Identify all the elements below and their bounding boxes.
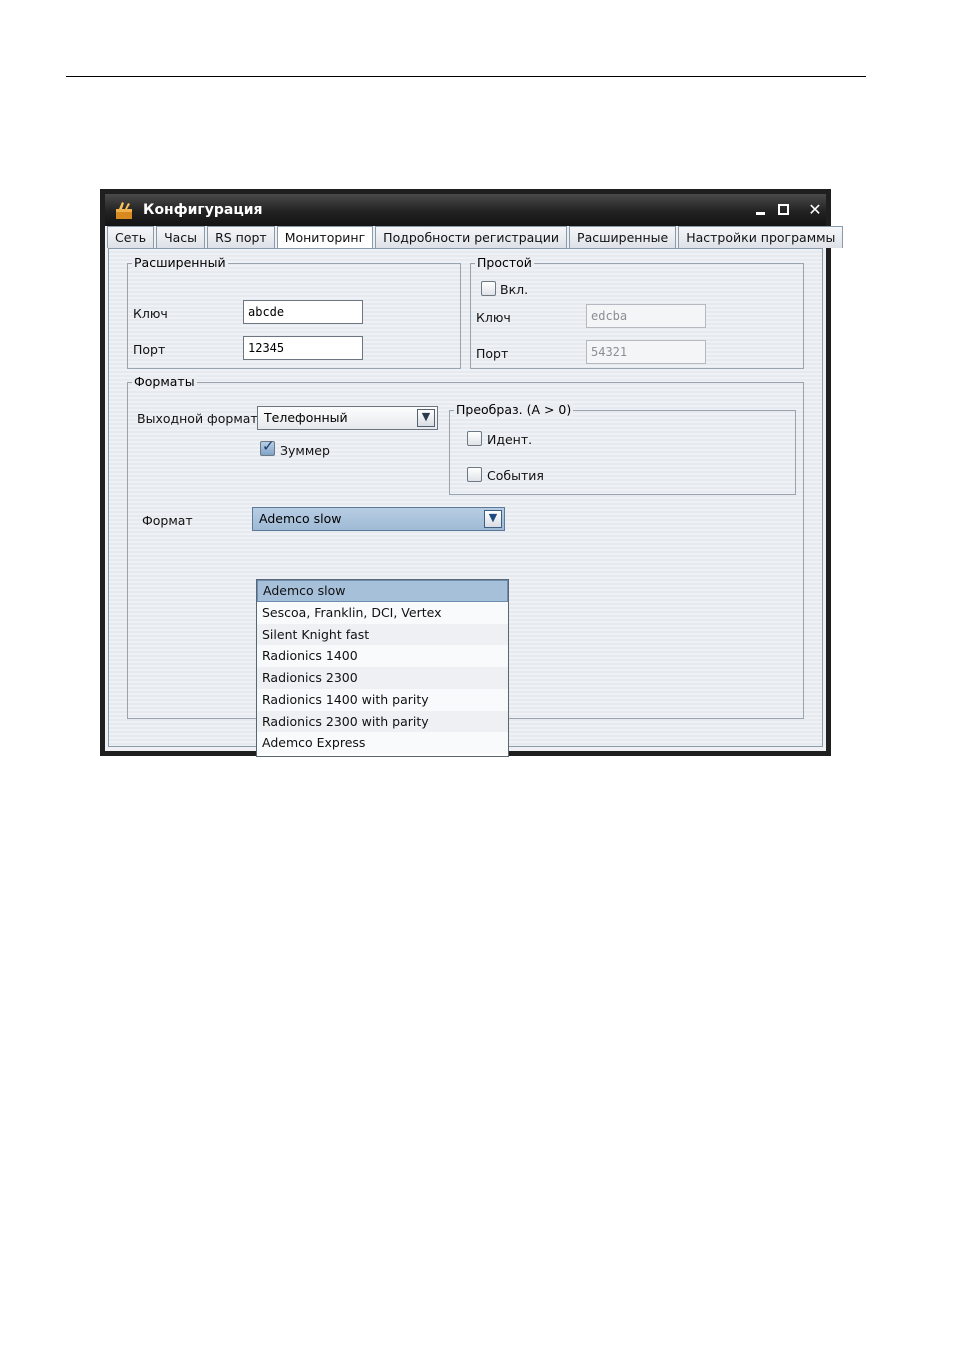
minimize-icon[interactable]: [750, 200, 770, 220]
simple-group: Простой Вкл. Ключ Порт: [470, 256, 804, 369]
maximize-icon[interactable]: [773, 200, 793, 220]
tab-advanced[interactable]: Расширенные: [569, 226, 677, 248]
convert-group: Преобраз. (A > 0) Идент. События: [449, 403, 796, 495]
config-window: Конфигурация ✕ Сеть Часы RS порт Монитор…: [100, 189, 844, 757]
events-label: События: [487, 468, 544, 483]
output-format-value: Телефонный: [264, 410, 348, 425]
extended-port-input[interactable]: [243, 336, 363, 360]
ident-checkbox[interactable]: [467, 431, 482, 446]
tab-rs-port[interactable]: RS порт: [207, 226, 275, 248]
close-icon[interactable]: ✕: [805, 200, 825, 220]
format-value: Ademco slow: [259, 511, 342, 526]
tab-clock[interactable]: Часы: [156, 226, 206, 248]
format-option-ademco-express[interactable]: Ademco Express: [257, 732, 508, 754]
extended-group: Расширенный Ключ Порт: [127, 256, 461, 369]
chevron-down-icon[interactable]: ▼: [417, 409, 435, 427]
title-bar[interactable]: Конфигурация ✕: [105, 194, 826, 226]
convert-group-legend: Преобраз. (A > 0): [454, 402, 574, 417]
simple-enable-checkbox[interactable]: [481, 281, 496, 296]
extended-key-input[interactable]: [243, 300, 363, 324]
output-format-select[interactable]: Телефонный ▼: [257, 406, 438, 430]
format-label: Формат: [142, 513, 193, 528]
format-option-radionics-1400-parity[interactable]: Radionics 1400 with parity: [257, 688, 508, 711]
window-title: Конфигурация: [143, 202, 263, 218]
simple-port-label: Порт: [476, 346, 509, 361]
format-option-radionics-1400[interactable]: Radionics 1400: [257, 645, 508, 667]
formats-group-legend: Форматы: [132, 374, 197, 389]
extended-key-label: Ключ: [133, 306, 168, 321]
output-format-label: Выходной формат: [137, 411, 258, 426]
format-option-silent-knight-fast[interactable]: Silent Knight fast: [257, 623, 508, 646]
format-dropdown-list: Ademco slow Sescoa, Franklin, DCI, Verte…: [256, 579, 509, 757]
ident-label: Идент.: [487, 432, 533, 447]
format-option-sescoa[interactable]: Sescoa, Franklin, DCI, Vertex: [257, 601, 508, 624]
format-option-radionics-2300-parity[interactable]: Radionics 2300 with parity: [257, 710, 508, 733]
extended-group-legend: Расширенный: [132, 255, 228, 270]
tab-network[interactable]: Сеть: [107, 226, 155, 248]
tab-bar: Сеть Часы RS порт Мониторинг Подробности…: [107, 226, 845, 249]
tab-program-settings[interactable]: Настройки программы: [678, 226, 844, 248]
events-checkbox[interactable]: [467, 467, 482, 482]
tab-logging-details[interactable]: Подробности регистрации: [375, 226, 568, 248]
extended-port-label: Порт: [133, 342, 166, 357]
buzzer-label: Зуммер: [280, 443, 330, 458]
tab-monitoring[interactable]: Мониторинг: [276, 226, 374, 249]
simple-port-input[interactable]: [586, 340, 706, 364]
window-client-area: Сеть Часы RS порт Мониторинг Подробности…: [105, 226, 844, 757]
chevron-down-icon[interactable]: ▼: [484, 510, 502, 528]
app-icon: [116, 202, 132, 219]
simple-group-legend: Простой: [475, 255, 534, 270]
simple-key-input[interactable]: [586, 304, 706, 328]
format-option-ademco-slow[interactable]: Ademco slow: [257, 580, 508, 602]
simple-enable-label: Вкл.: [500, 282, 529, 297]
page-header-rule: [66, 76, 866, 77]
buzzer-checkbox[interactable]: ✓: [260, 438, 275, 456]
simple-key-label: Ключ: [476, 310, 511, 325]
format-select[interactable]: Ademco slow ▼: [252, 507, 505, 531]
format-option-radionics-2300[interactable]: Radionics 2300: [257, 667, 508, 689]
monitoring-panel: Расширенный Ключ Порт Простой Вкл. Ключ …: [108, 248, 823, 757]
